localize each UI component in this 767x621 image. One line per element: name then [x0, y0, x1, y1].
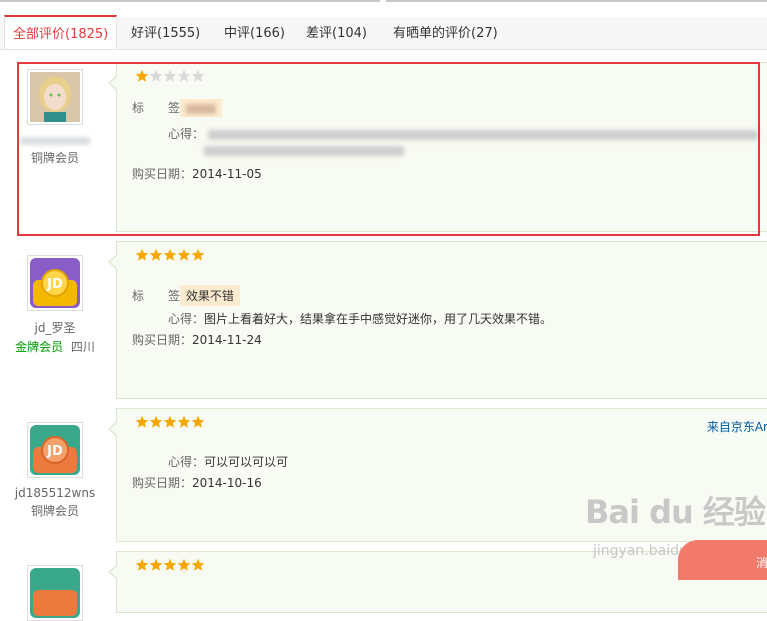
tab-photo-reviews[interactable]: 有晒单的评价(27) — [393, 17, 498, 49]
star-filled-icon — [149, 558, 163, 572]
star-filled-icon — [163, 415, 177, 429]
rating-stars — [135, 248, 205, 262]
tag-label: 标 签： — [132, 289, 193, 303]
star-filled-icon — [177, 248, 191, 262]
star-filled-icon — [135, 248, 149, 262]
star-filled-icon — [177, 558, 191, 572]
review-user: JD jd_罗圣 金牌会员 四川 — [0, 255, 110, 355]
star-filled-icon — [163, 558, 177, 572]
review-tab-bar: 全部评价(1825) 好评(1555) 中评(166) 差评(104) 有晒单的… — [0, 15, 767, 50]
star-filled-icon — [135, 415, 149, 429]
tag-chip[interactable]: 效果不错 — [179, 285, 240, 306]
top-strip-seg — [386, 0, 767, 2]
top-strip-seg — [0, 0, 380, 2]
tab-all-reviews[interactable]: 全部评价(1825) — [4, 15, 118, 49]
rating-stars — [135, 415, 205, 429]
rating-stars — [135, 558, 205, 572]
star-filled-icon — [191, 248, 205, 262]
jd-orange-avatar-icon — [30, 568, 80, 618]
star-filled-icon — [149, 248, 163, 262]
review-source-link[interactable]: 来自京东Ar — [707, 418, 767, 435]
top-strip — [0, 0, 767, 6]
content-row: 心得：可以可以可以可 — [132, 453, 288, 470]
content-row: 心得：图片上看着好大，结果拿在手中感觉好迷你，用了几天效果不错。 — [132, 310, 552, 327]
user-avatar[interactable] — [27, 565, 83, 621]
date-label: 购买日期： — [132, 476, 193, 490]
star-filled-icon — [135, 558, 149, 572]
content-label: 心得： — [167, 455, 204, 469]
purchase-date: 2014-10-16 — [192, 476, 262, 490]
content-label: 心得： — [167, 312, 204, 326]
user-level: 金牌会员 — [15, 340, 64, 354]
watermark-brand: Bai du 经验 — [585, 493, 766, 531]
corner-badge[interactable] — [678, 540, 767, 580]
user-avatar[interactable]: JD — [27, 255, 83, 311]
review-content: 可以可以可以可 — [204, 455, 289, 469]
star-filled-icon — [163, 248, 177, 262]
star-filled-icon — [191, 415, 205, 429]
user-name[interactable]: jd185512wns — [0, 486, 110, 500]
tag-row: 标 签： 效果不错 — [132, 285, 240, 306]
review-content-box: 标 签： 效果不错 心得：图片上看着好大，结果拿在手中感觉好迷你，用了几天效果不… — [108, 241, 767, 399]
jd-gold-avatar-icon: JD — [30, 258, 80, 308]
svg-text:JD: JD — [46, 277, 63, 292]
user-name[interactable]: jd_罗圣 — [0, 319, 110, 336]
tab-good-reviews[interactable]: 好评(1555) — [131, 17, 200, 49]
star-filled-icon — [149, 415, 163, 429]
review-user — [0, 565, 110, 621]
jd-orange-avatar-icon: JD — [30, 425, 80, 475]
baidu-watermark: Bai du 经验 jingyan.baidu.com — [585, 487, 766, 559]
user-level-line: 金牌会员 四川 — [0, 338, 110, 355]
highlight-rectangle — [17, 62, 760, 236]
user-level: 铜牌会员 — [30, 504, 79, 518]
star-filled-icon — [177, 415, 191, 429]
user-region: 四川 — [70, 340, 95, 354]
purchase-date: 2014-11-24 — [192, 333, 262, 347]
review-content: 图片上看着好大，结果拿在手中感觉好迷你，用了几天效果不错。 — [204, 312, 553, 326]
user-avatar[interactable]: JD — [27, 422, 83, 478]
corner-badge-text: 消 — [756, 556, 767, 570]
date-row: 购买日期：2014-10-16 — [132, 474, 262, 491]
tab-neutral-reviews[interactable]: 中评(166) — [224, 17, 285, 49]
svg-text:JD: JD — [46, 444, 63, 459]
date-row: 购买日期：2014-11-24 — [132, 331, 262, 348]
star-filled-icon — [191, 558, 205, 572]
review-user: JD jd185512wns 铜牌会员 — [0, 422, 110, 519]
tab-bad-reviews[interactable]: 差评(104) — [306, 17, 367, 49]
date-label: 购买日期： — [132, 333, 193, 347]
review-content-box — [108, 551, 767, 613]
